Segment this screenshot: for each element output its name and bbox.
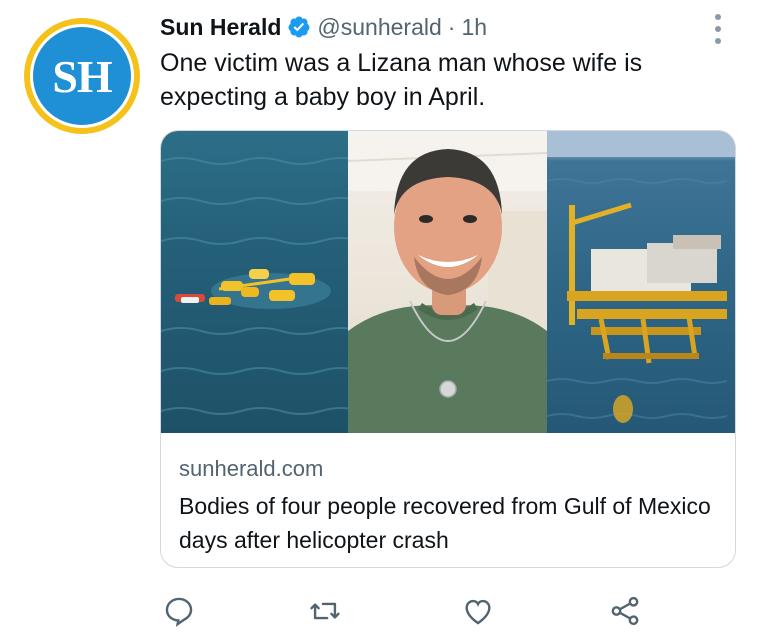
display-name[interactable]: Sun Herald: [160, 14, 281, 41]
card-title: Bodies of four people recovered from Gul…: [179, 493, 711, 553]
retweet-icon[interactable]: [308, 594, 342, 628]
avatar-logo: SH: [30, 24, 134, 128]
card-images: [161, 131, 735, 433]
avatar[interactable]: SH: [24, 18, 140, 134]
tweet-header: Sun Herald @sunherald · 1h: [160, 10, 736, 44]
tweet-text: One victim was a Lizana man whose wife i…: [160, 49, 643, 111]
share-icon[interactable]: [608, 594, 642, 628]
link-card[interactable]: sunherald.com Bodies of four people reco…: [160, 130, 736, 568]
helicopter-debris-photo: [161, 131, 349, 433]
timestamp[interactable]: 1h: [461, 14, 487, 41]
sea-debris-image: [161, 157, 349, 415]
oil-platform-photo: [546, 131, 735, 433]
victim-portrait-photo: [348, 131, 547, 433]
separator: ·: [447, 13, 456, 40]
avatar-logo-text: SH: [52, 50, 112, 102]
verified-badge-icon: [288, 16, 310, 38]
portrait-image: [348, 131, 547, 433]
card-domain: sunherald.com: [179, 456, 324, 481]
handle[interactable]: @sunherald: [317, 14, 441, 41]
like-icon[interactable]: [461, 594, 495, 628]
tweet-body: Sun Herald @sunherald · 1h One victim wa…: [160, 10, 736, 114]
card-meta: sunherald.com Bodies of four people reco…: [161, 433, 735, 557]
oil-rig-image: [546, 131, 735, 423]
reply-icon[interactable]: [162, 594, 196, 628]
tweet-actions: [160, 592, 680, 632]
